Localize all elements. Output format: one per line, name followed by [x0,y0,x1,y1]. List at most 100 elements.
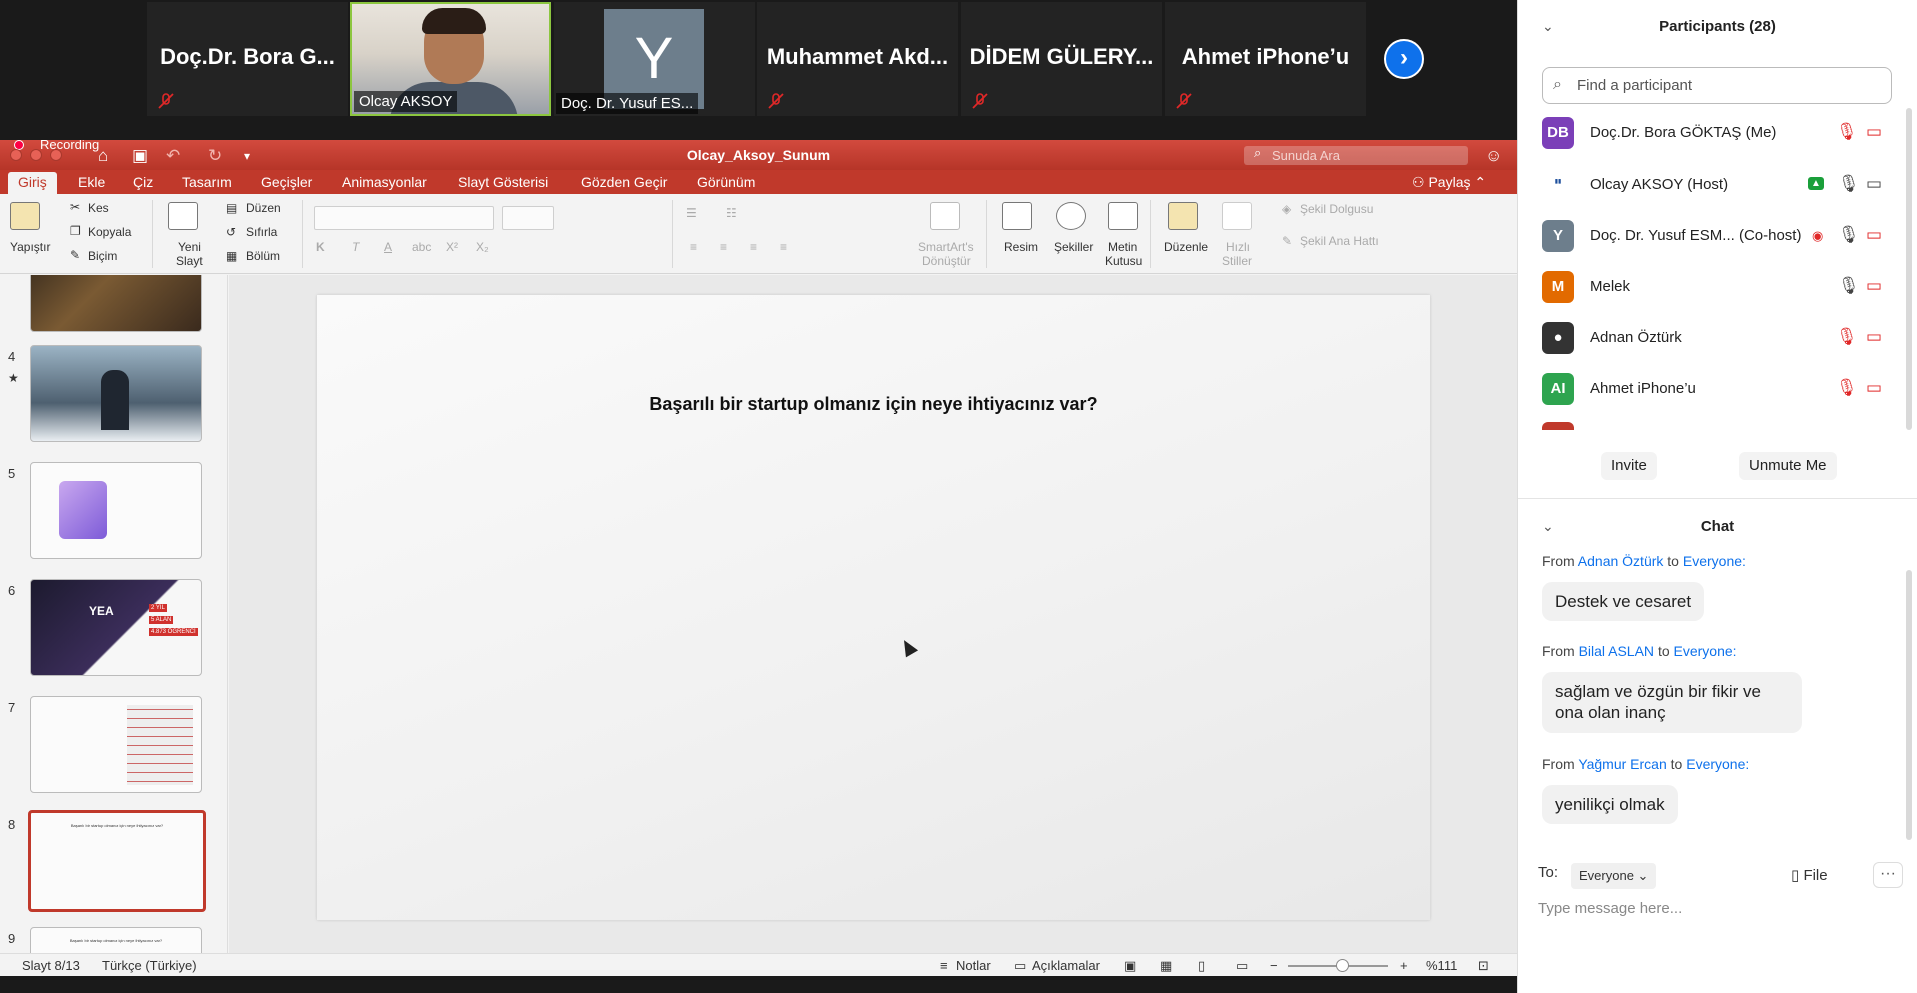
layout-button[interactable]: Düzen [246,201,281,215]
participant-row[interactable]: AI Ahmet iPhone’u 🎙 ▭ [1542,371,1890,407]
slide-thumbnail-4[interactable] [30,345,202,442]
chat-recipient[interactable]: Everyone: [1674,643,1737,659]
normal-view-icon[interactable]: ▣ [1124,958,1136,974]
numbering-icon[interactable]: ☷ [726,206,737,220]
participant-row[interactable]: ● Adnan Öztürk 🎙 ▭ [1542,320,1890,356]
paste-icon[interactable] [10,202,40,230]
chat-message[interactable]: sağlam ve özgün bir fikir ve ona olan in… [1542,672,1802,733]
mic-on-icon[interactable]: 🎙 [1838,225,1860,245]
video-on-icon[interactable]: ▭ [1866,174,1882,194]
mic-muted-icon[interactable]: 🎙 [1836,122,1858,142]
slide-thumbnail-7[interactable] [30,696,202,793]
tab-gecisler[interactable]: Geçişler [261,174,312,190]
participant-row[interactable]: DB Doç.Dr. Bora GÖKTAŞ (Me) 🎙 ▭ [1542,115,1890,151]
bold-icon[interactable]: K [316,240,325,254]
section-button[interactable]: Bölüm [246,249,280,263]
tab-animasyonlar[interactable]: Animasyonlar [342,174,427,190]
notes-button[interactable]: Notlar [956,958,991,973]
video-off-icon[interactable]: ▭ [1866,378,1882,398]
reading-view-icon[interactable]: ▯ [1198,958,1205,974]
slide-thumbnail-9[interactable]: Başarılı bir startup olmanız için neye i… [30,927,202,953]
slide-title[interactable]: Başarılı bir startup olmanız için neye i… [317,394,1430,415]
fit-to-window-icon[interactable]: ⊡ [1478,958,1489,974]
video-off-icon[interactable]: ▭ [1866,225,1882,245]
recipient-select[interactable]: Everyone ⌄ [1571,863,1657,889]
chat-message[interactable]: Destek ve cesaret [1542,582,1705,622]
picture-icon[interactable] [1002,202,1032,230]
video-tile-bora[interactable]: Doç.Dr. Bora G... [147,2,348,116]
tab-slayt-gosterisi[interactable]: Slayt Gösterisi [458,174,548,190]
zoom-slider-handle[interactable] [1336,959,1349,972]
video-tile-olcay[interactable]: Olcay AKSOY [350,2,551,116]
zoom-in-icon[interactable]: + [1400,958,1408,973]
video-off-icon[interactable]: ▭ [1866,122,1882,142]
file-button[interactable]: ▯ File [1791,866,1828,884]
tab-giris[interactable]: Giriş [8,172,57,194]
chat-message[interactable]: yenilikçi olmak [1542,785,1678,825]
chat-recipient[interactable]: Everyone: [1683,553,1746,569]
invite-button[interactable]: Invite [1601,452,1657,480]
strikethrough-icon[interactable]: abc [412,240,431,254]
chat-recipient[interactable]: Everyone: [1686,756,1749,772]
superscript-icon[interactable]: X² [446,240,458,254]
format-painter-button[interactable]: Biçim [88,249,117,263]
chat-scrollbar[interactable] [1906,570,1912,840]
language-indicator[interactable]: Türkçe (Türkiye) [102,958,197,973]
font-size-select[interactable] [502,206,554,230]
mic-on-icon[interactable]: 🎙 [1838,174,1860,194]
mic-muted-icon[interactable]: 🎙 [1836,378,1858,398]
cut-button[interactable]: Kes [88,201,109,215]
tab-tasarim[interactable]: Tasarım [182,174,232,190]
more-options-icon[interactable]: ··· [1873,862,1903,888]
align-left-icon[interactable]: ≡ [690,240,697,254]
video-off-icon[interactable]: ▭ [1866,327,1882,347]
account-icon[interactable]: ☺ [1485,146,1502,166]
participant-row[interactable]: M Melek 🎙 ▭ [1542,269,1890,305]
underline-icon[interactable]: A [384,240,392,254]
smartart-icon[interactable] [930,202,960,230]
align-center-icon[interactable]: ≡ [720,240,727,254]
next-page-button[interactable]: › [1384,39,1424,79]
slideshow-icon[interactable]: ▭ [1236,958,1248,974]
bullets-icon[interactable]: ☰ [686,206,697,220]
video-tile-didem[interactable]: DİDEM GÜLERY... [961,2,1162,116]
slide-thumbnail-6[interactable]: YEA 2 YIL 5 ALAN 4.873 ÖĞRENCİ [30,579,202,676]
zoom-level[interactable]: %111 [1426,958,1457,973]
chat-sender[interactable]: Yağmur Ercan [1578,756,1666,772]
tab-gorunum[interactable]: Görünüm [697,174,755,190]
tab-gozden-gecir[interactable]: Gözden Geçir [581,174,667,190]
mic-muted-icon[interactable]: 🎙 [1836,327,1858,347]
zoom-out-icon[interactable]: − [1270,958,1278,973]
tab-ekle[interactable]: Ekle [78,174,105,190]
participant-row[interactable]: ▮▮ Olcay AKSOY (Host) ▲ 🎙 ▭ [1542,167,1890,203]
video-tile-muhammet[interactable]: Muhammet Akd... [757,2,958,116]
unmute-me-button[interactable]: Unmute Me [1739,452,1837,480]
chat-message-input[interactable]: Type message here... [1538,900,1682,917]
copy-button[interactable]: Kopyala [88,225,131,239]
slide-thumbnail-3[interactable] [30,275,202,332]
arrange-icon[interactable] [1168,202,1198,230]
participants-scrollbar[interactable] [1906,108,1912,430]
chat-sender[interactable]: Adnan Öztürk [1578,553,1664,569]
search-input[interactable]: Sunuda Ara [1244,146,1468,165]
align-right-icon[interactable]: ≡ [750,240,757,254]
video-tile-yusuf[interactable]: Y Doç. Dr. Yusuf ES... [554,2,755,116]
share-button[interactable]: ⚇ Paylaş ⌃ [1412,174,1486,191]
reset-button[interactable]: Sıfırla [246,225,277,239]
find-participant-input[interactable]: Find a participant [1542,67,1892,104]
subscript-icon[interactable]: X₂ [476,240,489,254]
slide-sorter-icon[interactable]: ▦ [1160,958,1172,974]
slide-thumbnail-8-selected[interactable]: Başarılı bir startup olmanız için neye i… [28,810,206,912]
chat-sender[interactable]: Bilal ASLAN [1579,643,1654,659]
italic-icon[interactable]: T [352,240,359,254]
tab-ciz[interactable]: Çiz [133,174,153,190]
shapes-icon[interactable] [1056,202,1086,230]
textbox-icon[interactable] [1108,202,1138,230]
comments-button[interactable]: Açıklamalar [1032,958,1100,973]
shape-outline-button[interactable]: Şekil Ana Hattı [1300,234,1379,248]
shape-fill-button[interactable]: Şekil Dolgusu [1300,202,1373,216]
slide-thumbnail-5[interactable] [30,462,202,559]
mic-on-icon[interactable]: 🎙 [1838,276,1860,296]
font-family-select[interactable] [314,206,494,230]
new-slide-icon[interactable] [168,202,198,230]
